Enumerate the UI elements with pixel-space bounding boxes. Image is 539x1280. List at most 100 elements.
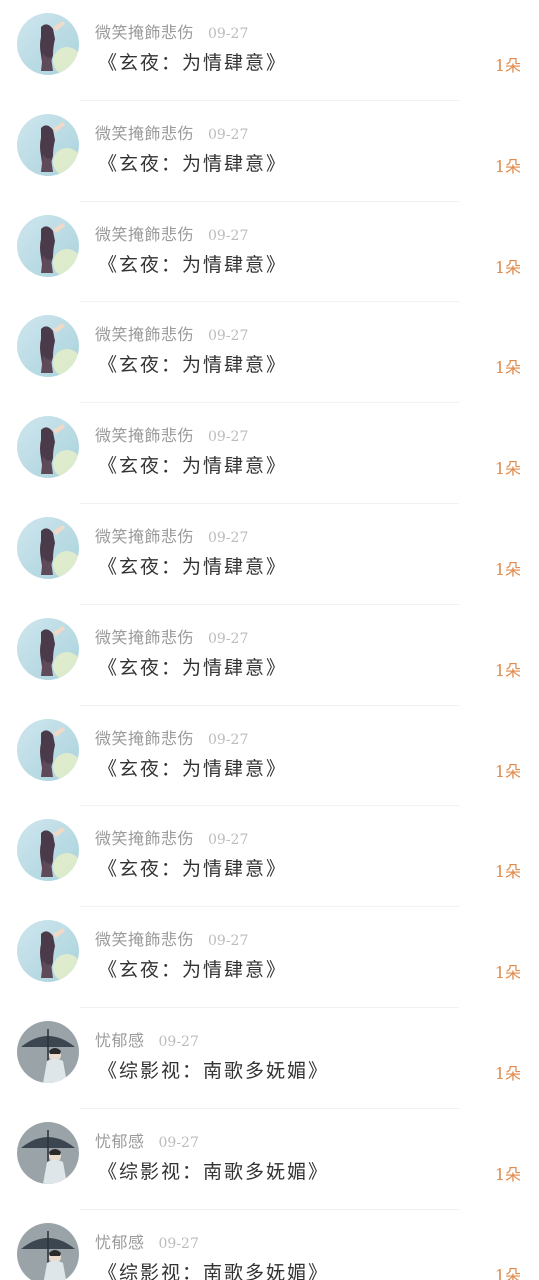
book-title[interactable]: 《综影视：南歌多妩媚》 xyxy=(98,1157,329,1184)
avatar[interactable] xyxy=(17,819,79,882)
avatar[interactable] xyxy=(17,13,79,75)
list-item[interactable]: 忧郁感 09-27 《综影视：南歌多妩媚》 1朵 xyxy=(0,1109,539,1210)
user-info: 微笑掩飾悲伤 09-27 xyxy=(95,221,248,245)
girl-avatar-image xyxy=(17,516,79,579)
girl-avatar-image xyxy=(17,13,79,75)
list-item[interactable]: 微笑掩飾悲伤 09-27 《玄夜：为情肆意》 1朵 xyxy=(0,605,539,706)
date: 09-27 xyxy=(158,1235,199,1252)
user-info: 微笑掩飾悲伤 09-27 xyxy=(95,120,248,144)
username[interactable]: 忧郁感 xyxy=(95,1132,145,1151)
flower-count: 1朵 xyxy=(494,358,521,378)
flower-count: 1朵 xyxy=(494,459,521,479)
avatar[interactable] xyxy=(17,113,79,176)
avatar[interactable] xyxy=(17,516,79,579)
book-title[interactable]: 《玄夜：为情肆意》 xyxy=(98,552,287,579)
book-title[interactable]: 《玄夜：为情肆意》 xyxy=(98,350,287,377)
flower-count: 1朵 xyxy=(494,1164,521,1184)
avatar[interactable] xyxy=(17,920,79,983)
user-info: 忧郁感 09-27 xyxy=(95,1027,199,1051)
user-info: 微笑掩飾悲伤 09-27 xyxy=(95,926,248,950)
girl-avatar-image xyxy=(17,718,79,781)
date: 09-27 xyxy=(208,328,249,345)
book-title[interactable]: 《玄夜：为情肆意》 xyxy=(98,451,287,478)
user-info: 微笑掩飾悲伤 09-27 xyxy=(95,19,248,43)
book-title[interactable]: 《玄夜：为情肆意》 xyxy=(98,149,287,176)
girl-avatar-image xyxy=(17,214,79,277)
avatar[interactable] xyxy=(17,1222,79,1280)
list-item[interactable]: 微笑掩飾悲伤 09-27 《玄夜：为情肆意》 1朵 xyxy=(0,504,539,605)
umbrella-boy-avatar-image xyxy=(17,1121,79,1184)
list-item[interactable]: 微笑掩飾悲伤 09-27 《玄夜：为情肆意》 1朵 xyxy=(0,806,539,908)
list-item[interactable]: 忧郁感 09-27 《综影视：南歌多妩媚》 1朵 xyxy=(0,1210,539,1280)
flower-count: 1朵 xyxy=(494,660,521,680)
book-title[interactable]: 《玄夜：为情肆意》 xyxy=(98,754,287,781)
flower-count: 1朵 xyxy=(494,559,521,579)
date: 09-27 xyxy=(208,126,249,143)
umbrella-boy-avatar-image xyxy=(17,1222,79,1280)
date: 09-27 xyxy=(208,832,249,849)
date: 09-27 xyxy=(158,1033,199,1050)
list-item[interactable]: 微笑掩飾悲伤 09-27 《玄夜：为情肆意》 1朵 xyxy=(0,101,539,202)
book-title[interactable]: 《玄夜：为情肆意》 xyxy=(98,250,287,277)
list-item[interactable]: 微笑掩飾悲伤 09-27 《玄夜：为情肆意》 1朵 xyxy=(0,907,539,1008)
avatar[interactable] xyxy=(17,214,79,277)
list-item[interactable]: 忧郁感 09-27 《综影视：南歌多妩媚》 1朵 xyxy=(0,1008,539,1109)
username[interactable]: 微笑掩飾悲伤 xyxy=(95,426,194,445)
username[interactable]: 微笑掩飾悲伤 xyxy=(95,23,194,42)
username[interactable]: 微笑掩飾悲伤 xyxy=(95,527,194,546)
username[interactable]: 微笑掩飾悲伤 xyxy=(95,628,194,647)
book-title[interactable]: 《玄夜：为情肆意》 xyxy=(98,48,287,75)
girl-avatar-image xyxy=(17,113,79,176)
user-info: 微笑掩飾悲伤 09-27 xyxy=(95,725,248,749)
list-item[interactable]: 微笑掩飾悲伤 09-27 《玄夜：为情肆意》 1朵 xyxy=(0,706,539,807)
avatar[interactable] xyxy=(17,1020,79,1083)
avatar[interactable] xyxy=(17,718,79,781)
list-item[interactable]: 微笑掩飾悲伤 09-27 《玄夜：为情肆意》 1朵 xyxy=(0,202,539,303)
flower-count: 1朵 xyxy=(494,56,521,75)
girl-avatar-image xyxy=(17,920,79,983)
username[interactable]: 微笑掩飾悲伤 xyxy=(95,124,194,143)
user-info: 微笑掩飾悲伤 09-27 xyxy=(95,825,248,849)
list-item[interactable]: 微笑掩飾悲伤 09-27 《玄夜：为情肆意》 1朵 xyxy=(0,0,539,101)
book-title[interactable]: 《玄夜：为情肆意》 xyxy=(98,854,287,881)
user-info: 忧郁感 09-27 xyxy=(95,1229,199,1253)
date: 09-27 xyxy=(158,1134,199,1151)
list-item[interactable]: 微笑掩飾悲伤 09-27 《玄夜：为情肆意》 1朵 xyxy=(0,403,539,504)
username[interactable]: 忧郁感 xyxy=(95,1233,145,1252)
user-info: 微笑掩飾悲伤 09-27 xyxy=(95,523,248,547)
date: 09-27 xyxy=(208,731,249,748)
book-title[interactable]: 《综影视：南歌多妩媚》 xyxy=(98,1056,329,1083)
username[interactable]: 微笑掩飾悲伤 xyxy=(95,829,194,848)
book-title[interactable]: 《综影视：南歌多妩媚》 xyxy=(98,1258,329,1280)
flower-count: 1朵 xyxy=(494,257,521,277)
girl-avatar-image xyxy=(17,819,79,882)
umbrella-boy-avatar-image xyxy=(17,1020,79,1083)
username[interactable]: 忧郁感 xyxy=(95,1031,145,1050)
avatar[interactable] xyxy=(17,315,79,378)
username[interactable]: 微笑掩飾悲伤 xyxy=(95,729,194,748)
date: 09-27 xyxy=(208,630,249,647)
flower-count: 1朵 xyxy=(494,156,521,176)
date: 09-27 xyxy=(208,529,249,546)
date: 09-27 xyxy=(208,227,249,244)
flower-count: 1朵 xyxy=(494,963,521,983)
username[interactable]: 微笑掩飾悲伤 xyxy=(95,225,194,244)
user-info: 微笑掩飾悲伤 09-27 xyxy=(95,624,248,648)
date: 09-27 xyxy=(208,933,249,950)
username[interactable]: 微笑掩飾悲伤 xyxy=(95,325,194,344)
flower-count: 1朵 xyxy=(494,761,521,781)
username[interactable]: 微笑掩飾悲伤 xyxy=(95,930,194,949)
girl-avatar-image xyxy=(17,416,79,479)
gift-record-list: 微笑掩飾悲伤 09-27 《玄夜：为情肆意》 1朵 微笑掩飾悲伤 09-27 《玄夜… xyxy=(0,0,539,1280)
user-info: 微笑掩飾悲伤 09-27 xyxy=(95,422,248,446)
avatar[interactable] xyxy=(17,416,79,479)
date: 09-27 xyxy=(208,26,249,42)
girl-avatar-image xyxy=(17,617,79,680)
avatar[interactable] xyxy=(17,1121,79,1184)
avatar[interactable] xyxy=(17,617,79,680)
book-title[interactable]: 《玄夜：为情肆意》 xyxy=(98,955,287,982)
list-item[interactable]: 微笑掩飾悲伤 09-27 《玄夜：为情肆意》 1朵 xyxy=(0,302,539,404)
user-info: 微笑掩飾悲伤 09-27 xyxy=(95,321,248,345)
book-title[interactable]: 《玄夜：为情肆意》 xyxy=(98,653,287,680)
user-info: 忧郁感 09-27 xyxy=(95,1128,199,1152)
